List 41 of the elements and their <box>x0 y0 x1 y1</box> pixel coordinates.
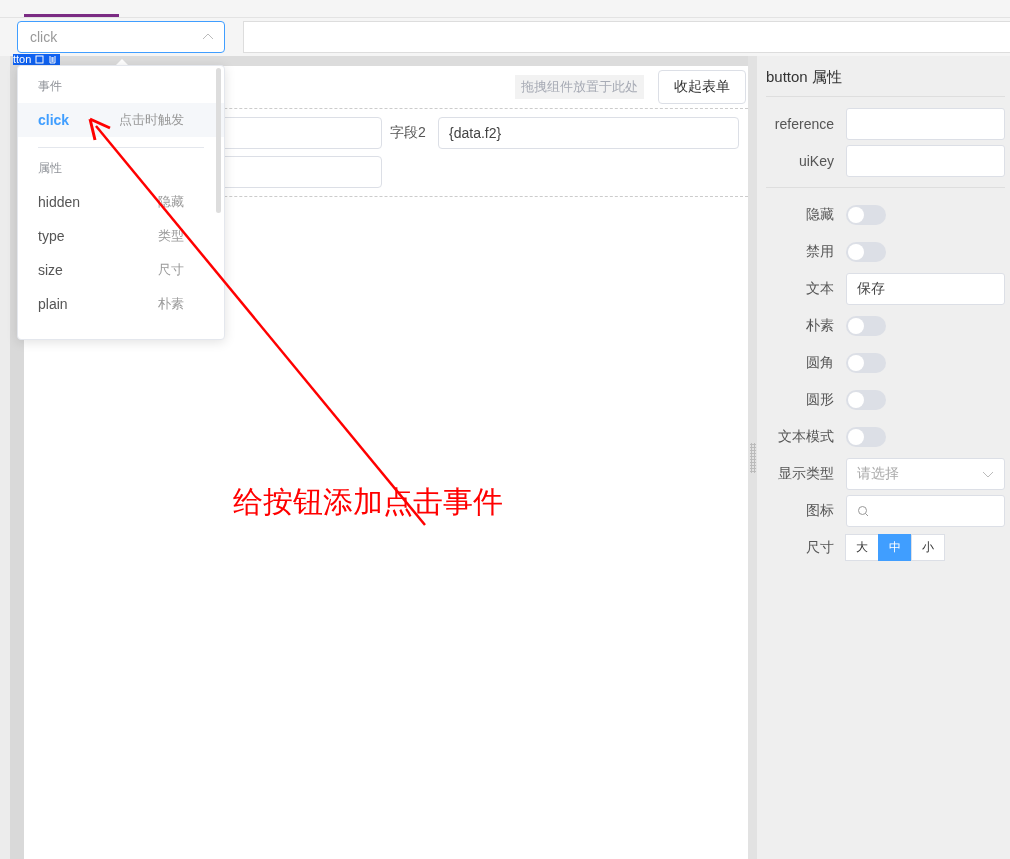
field-label: uiKey <box>797 152 834 169</box>
size-option[interactable]: 小 <box>911 534 945 561</box>
menu-item[interactable]: size 尺寸 <box>18 253 224 287</box>
drop-hint: 拖拽组件放置于此处 <box>515 75 644 99</box>
value-field[interactable] <box>243 21 1010 53</box>
toggle-switch[interactable] <box>846 315 886 336</box>
field-label: 圆角 <box>805 353 834 372</box>
text-field[interactable]: {data.f2} <box>438 117 739 149</box>
field-label: 文本 <box>805 279 834 298</box>
field-label: reference <box>773 115 834 132</box>
size-option[interactable]: 大 <box>845 534 879 561</box>
menu-item[interactable]: type 类型 <box>18 219 224 253</box>
toggle-switch[interactable] <box>846 241 886 262</box>
field-label: 朴素 <box>805 316 834 335</box>
field-label: 图标 <box>805 501 834 520</box>
search-field[interactable] <box>846 494 1005 527</box>
field-label: 尺寸 <box>805 538 834 557</box>
group-heading: 属性 <box>37 160 63 177</box>
text-field[interactable] <box>846 107 1005 140</box>
toggle-switch[interactable] <box>846 426 886 447</box>
field-label: 显示类型 <box>777 464 834 483</box>
field-label: 圆形 <box>805 390 834 409</box>
search-icon <box>857 504 869 517</box>
delete-icon[interactable] <box>48 55 58 64</box>
field-label: 隐藏 <box>805 205 834 224</box>
field-label: 禁用 <box>805 242 834 261</box>
group-heading: 事件 <box>37 78 63 95</box>
collapse-form-button[interactable]: 收起表单 <box>658 70 746 104</box>
text-field[interactable]: 保存 <box>846 272 1005 305</box>
component-name: tton <box>13 54 32 65</box>
copy-icon[interactable] <box>35 55 45 64</box>
panel-title: button 属性 <box>766 56 1005 97</box>
toggle-switch[interactable] <box>846 352 886 373</box>
field-label: 文本模式 <box>777 427 834 446</box>
resize-handle[interactable] <box>749 442 756 473</box>
scrollbar[interactable] <box>216 68 221 213</box>
text-field[interactable] <box>846 144 1005 177</box>
toggle-switch[interactable] <box>846 389 886 410</box>
menu-item[interactable]: plain 朴素 <box>18 287 224 321</box>
toggle-switch[interactable] <box>846 204 886 225</box>
field-label: 字段2 <box>389 123 427 142</box>
